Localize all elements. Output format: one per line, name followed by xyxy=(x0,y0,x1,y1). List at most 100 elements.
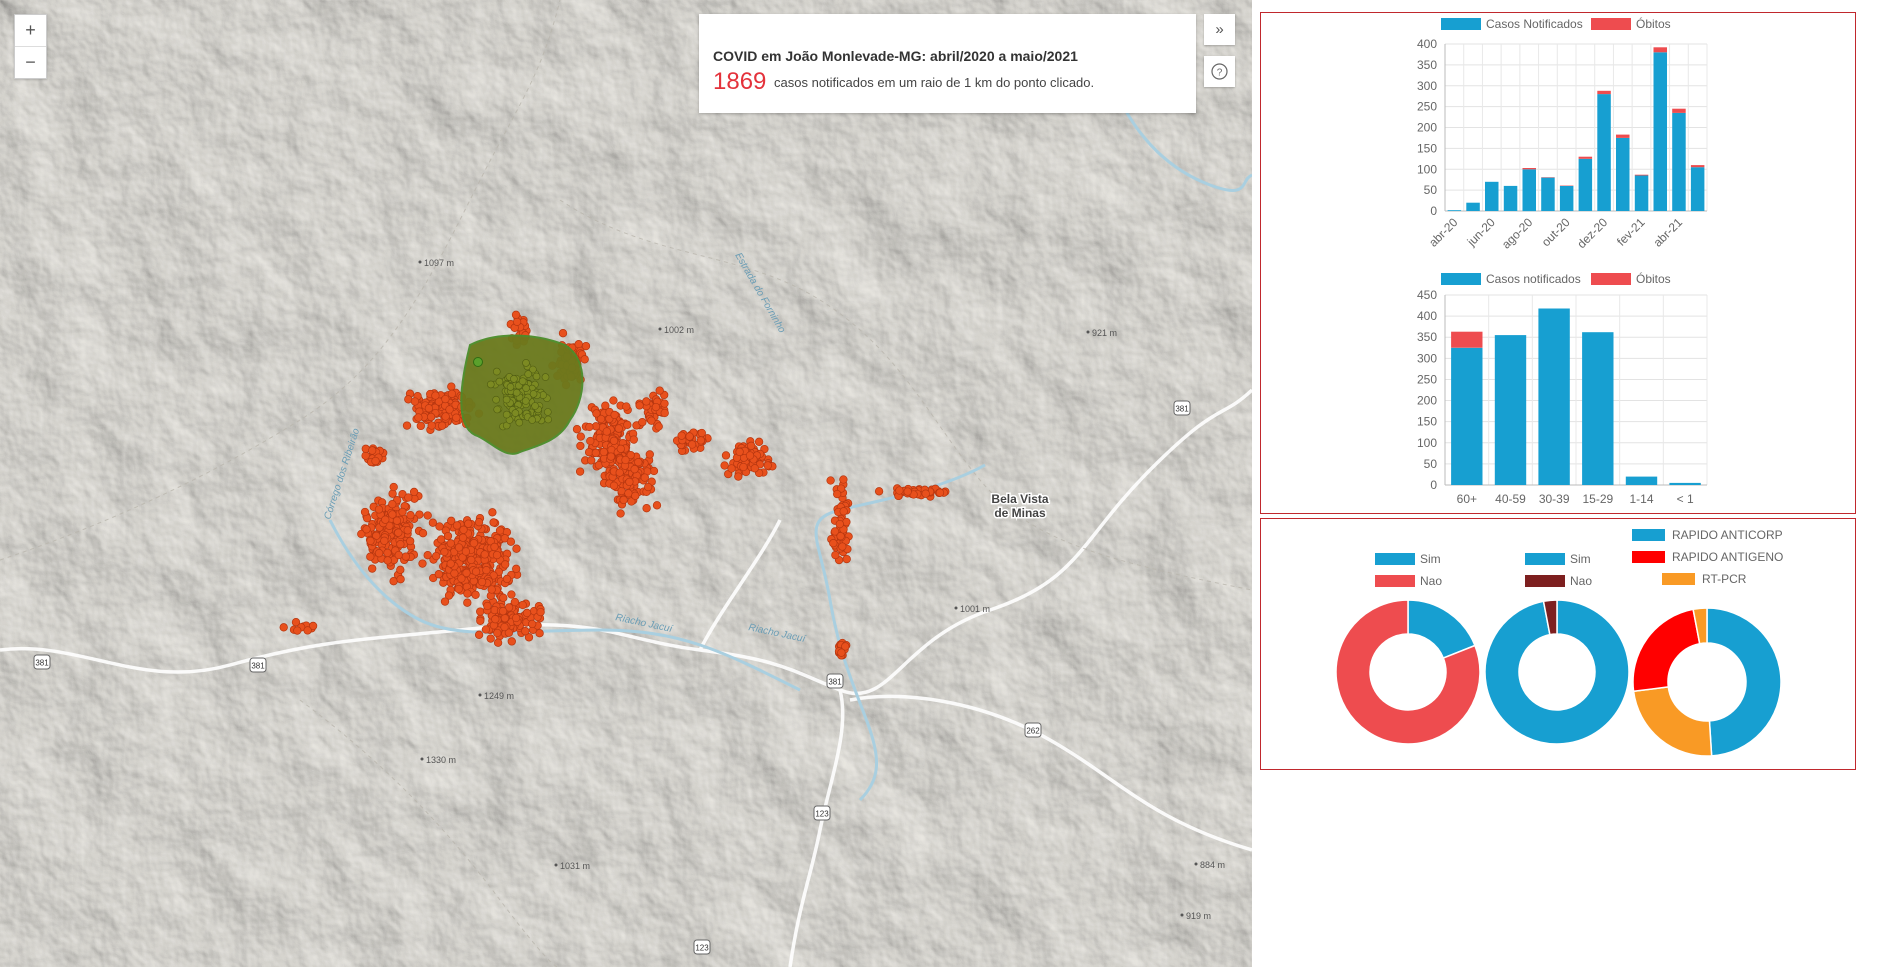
case-point[interactable] xyxy=(380,536,389,545)
selected-point[interactable] xyxy=(486,380,495,389)
case-point[interactable] xyxy=(452,521,462,530)
case-point[interactable] xyxy=(829,539,838,548)
case-point[interactable] xyxy=(383,556,392,565)
map-view[interactable]: 381 381 381 381 262 123 123 Bela Vista de Minas… xyxy=(0,0,1252,967)
selected-point[interactable] xyxy=(543,408,552,416)
case-point[interactable] xyxy=(471,567,481,576)
case-point[interactable] xyxy=(471,590,480,599)
case-point[interactable] xyxy=(640,473,649,482)
case-point[interactable] xyxy=(838,542,847,551)
case-point[interactable] xyxy=(394,528,403,537)
bar-cases[interactable] xyxy=(1538,308,1570,486)
case-point[interactable] xyxy=(599,447,608,457)
case-point[interactable] xyxy=(462,568,471,578)
case-point[interactable] xyxy=(647,416,656,425)
case-point[interactable] xyxy=(445,405,454,414)
case-point[interactable] xyxy=(437,535,446,544)
selected-point[interactable] xyxy=(528,416,537,424)
case-point[interactable] xyxy=(625,477,634,487)
case-point[interactable] xyxy=(642,397,651,406)
case-point[interactable] xyxy=(614,424,623,433)
case-point[interactable] xyxy=(396,565,405,574)
case-point[interactable] xyxy=(649,466,659,476)
case-point[interactable] xyxy=(696,436,706,445)
case-point[interactable] xyxy=(477,577,487,587)
case-point[interactable] xyxy=(458,533,468,542)
case-point[interactable] xyxy=(763,461,772,470)
selected-point[interactable] xyxy=(531,402,539,410)
case-point[interactable] xyxy=(463,598,472,607)
case-point[interactable] xyxy=(580,355,589,364)
case-point[interactable] xyxy=(507,637,516,646)
case-point[interactable] xyxy=(644,482,653,492)
case-point[interactable] xyxy=(616,509,625,518)
bar-cases[interactable] xyxy=(1690,167,1705,211)
case-point[interactable] xyxy=(409,487,419,497)
bar-cases[interactable] xyxy=(1669,482,1701,485)
case-point[interactable] xyxy=(645,450,654,459)
case-point[interactable] xyxy=(536,607,545,617)
case-point[interactable] xyxy=(586,436,595,446)
case-point[interactable] xyxy=(609,436,619,445)
zoom-in-button[interactable]: + xyxy=(15,15,46,46)
case-point[interactable] xyxy=(404,493,413,502)
donut-segment[interactable] xyxy=(1632,608,1701,693)
case-point[interactable] xyxy=(498,607,508,616)
case-point[interactable] xyxy=(303,626,312,635)
case-point[interactable] xyxy=(374,505,384,514)
bar-cases[interactable] xyxy=(1578,158,1593,211)
case-point[interactable] xyxy=(476,607,485,616)
case-point[interactable] xyxy=(414,413,423,422)
case-point[interactable] xyxy=(623,420,632,429)
case-point[interactable] xyxy=(427,421,436,430)
selected-point[interactable] xyxy=(518,377,527,386)
case-point[interactable] xyxy=(500,622,509,632)
case-point[interactable] xyxy=(481,625,491,634)
case-point[interactable] xyxy=(486,634,495,643)
case-point[interactable] xyxy=(467,555,476,565)
selected-point[interactable] xyxy=(492,367,501,376)
bar-cases[interactable] xyxy=(1541,177,1555,211)
case-point[interactable] xyxy=(837,648,846,657)
bar-cases[interactable] xyxy=(1653,52,1668,211)
case-point[interactable] xyxy=(371,456,380,466)
case-point[interactable] xyxy=(418,529,428,538)
case-point[interactable] xyxy=(747,441,756,450)
case-point[interactable] xyxy=(642,504,651,513)
case-point[interactable] xyxy=(441,394,450,404)
case-point[interactable] xyxy=(388,489,397,498)
bar-cases[interactable] xyxy=(1559,185,1574,211)
case-point[interactable] xyxy=(490,542,499,552)
case-point[interactable] xyxy=(459,525,468,534)
case-point[interactable] xyxy=(622,402,631,411)
case-point[interactable] xyxy=(474,630,484,639)
case-point[interactable] xyxy=(609,481,619,490)
selected-point[interactable] xyxy=(510,375,518,383)
case-point[interactable] xyxy=(396,575,405,584)
case-point[interactable] xyxy=(687,440,697,449)
selected-point[interactable] xyxy=(493,405,502,414)
case-point[interactable] xyxy=(507,590,516,599)
case-point[interactable] xyxy=(402,421,412,430)
case-point[interactable] xyxy=(842,554,851,564)
case-point[interactable] xyxy=(435,522,444,531)
case-point[interactable] xyxy=(476,616,485,625)
case-point[interactable] xyxy=(935,488,945,497)
case-point[interactable] xyxy=(754,437,764,446)
case-point[interactable] xyxy=(401,552,411,561)
case-point[interactable] xyxy=(454,543,464,552)
case-point[interactable] xyxy=(432,551,441,561)
case-point[interactable] xyxy=(528,619,537,629)
case-point[interactable] xyxy=(587,456,596,465)
selected-point[interactable] xyxy=(522,384,530,392)
case-point[interactable] xyxy=(450,569,459,578)
case-point[interactable] xyxy=(293,626,302,635)
case-point[interactable] xyxy=(735,447,744,457)
bar-deaths[interactable] xyxy=(1597,90,1611,95)
bar-deaths[interactable] xyxy=(1690,165,1705,168)
case-point[interactable] xyxy=(511,613,521,623)
selected-point[interactable] xyxy=(506,383,515,391)
case-point[interactable] xyxy=(518,600,527,610)
case-point[interactable] xyxy=(406,536,415,546)
bar-cases[interactable] xyxy=(1597,94,1611,211)
